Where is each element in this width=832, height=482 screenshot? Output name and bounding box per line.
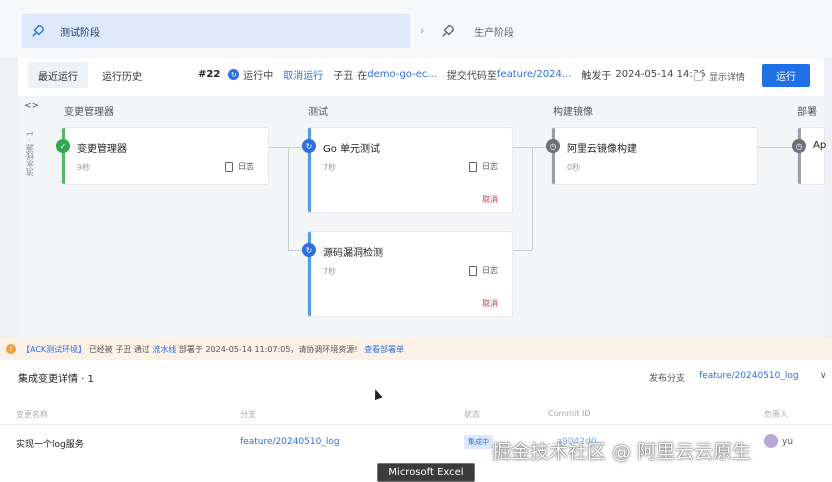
document-icon bbox=[469, 265, 477, 276]
log-link[interactable]: 日志 bbox=[225, 161, 254, 172]
success-icon: ✓ bbox=[56, 139, 70, 153]
integration-title: 集成变更详情 · 1 bbox=[18, 374, 94, 385]
connector bbox=[512, 250, 532, 251]
log-link[interactable]: 日志 bbox=[469, 161, 498, 172]
status-badge: 集成中 bbox=[464, 435, 493, 449]
chevron-down-icon[interactable]: ∨ bbox=[820, 371, 827, 381]
rocket-icon bbox=[30, 23, 46, 39]
cancel-job-link[interactable]: 取消 bbox=[482, 194, 498, 205]
job-go-unit-test[interactable]: ↻ Go 单元测试 7秒 日志 取消 bbox=[302, 128, 512, 212]
show-detail-label: 显示详情 bbox=[709, 73, 746, 83]
run-user: 子丑 bbox=[333, 71, 354, 82]
trigger-time: 2024-05-14 14:36 bbox=[615, 69, 706, 80]
trigger-label: 触发于 bbox=[581, 71, 612, 82]
column-build-image: 构建镜像 bbox=[553, 107, 593, 118]
repo-link[interactable]: demo-go-ec... bbox=[367, 69, 437, 80]
job-duration: 7秒 bbox=[323, 267, 337, 276]
column-change-manager: 变更管理器 bbox=[64, 107, 114, 118]
view-deploy-link[interactable]: 查看部署单 bbox=[364, 345, 404, 354]
document-icon bbox=[225, 161, 233, 172]
running-icon: ↻ bbox=[228, 69, 240, 80]
code-toggle-icon[interactable]: <> bbox=[24, 101, 39, 111]
column-header: 负责人 bbox=[764, 410, 788, 419]
pipeline-link[interactable]: 流水线 bbox=[152, 345, 176, 354]
clock-icon: ◷ bbox=[546, 139, 560, 153]
column-test: 测试 bbox=[308, 107, 328, 118]
stage-production-label: 生产阶段 bbox=[474, 27, 514, 39]
cancel-job-link[interactable]: 取消 bbox=[482, 298, 498, 309]
job-title: Go 单元测试 bbox=[323, 144, 381, 155]
stage-test[interactable]: 测试阶段 bbox=[22, 14, 410, 48]
cancel-run-link[interactable]: 取消运行 bbox=[283, 67, 323, 82]
release-branch: 发布分支 feature/20240510_log bbox=[649, 371, 799, 384]
job-change-manager[interactable]: ✓ 变更管理器 9秒 日志 bbox=[56, 128, 268, 184]
job-source-scan[interactable]: ↻ 源码漏洞检测 7秒 日志 取消 bbox=[302, 232, 512, 316]
log-link[interactable]: 日志 bbox=[469, 265, 498, 276]
owner-name: yu bbox=[782, 437, 794, 447]
run-tabs: 最近运行 运行历史 #22 ↻ 运行中 取消运行 子丑 在 demo-go-ec… bbox=[18, 62, 824, 90]
branch-link[interactable]: feature/2024... bbox=[497, 69, 571, 80]
release-branch-link[interactable]: feature/20240510_log bbox=[699, 371, 799, 384]
run-button[interactable]: 运行 bbox=[762, 64, 810, 87]
connector bbox=[532, 147, 533, 250]
column-header: 分支 bbox=[240, 410, 256, 419]
run-number: #22 bbox=[198, 69, 221, 80]
stage-production[interactable]: 生产阶段 bbox=[440, 18, 514, 44]
column-header: 变更名称 bbox=[16, 410, 48, 419]
document-icon bbox=[469, 161, 477, 172]
job-title: Ap bbox=[813, 140, 827, 151]
show-detail-checkbox[interactable]: 显示详情 bbox=[694, 70, 745, 83]
stage-test-label: 测试阶段 bbox=[60, 27, 100, 39]
env-link[interactable]: 【ACK测试环境】 bbox=[22, 345, 86, 354]
job-title: 变更管理器 bbox=[77, 144, 127, 155]
pipeline-source-label: 流水线源 · 1 bbox=[25, 131, 35, 177]
change-name[interactable]: 实现一个log服务 bbox=[16, 437, 84, 450]
column-header: 状态 bbox=[464, 410, 480, 419]
rocket-icon bbox=[440, 23, 456, 39]
job-title: 源码漏洞检测 bbox=[323, 248, 383, 259]
change-branch-link[interactable]: feature/20240510_log bbox=[240, 437, 340, 447]
running-icon: ↻ bbox=[302, 139, 316, 153]
job-duration: 0秒 bbox=[567, 163, 581, 172]
avatar bbox=[764, 434, 778, 448]
tab-run-history[interactable]: 运行历史 bbox=[92, 62, 152, 88]
connector bbox=[288, 147, 289, 250]
clock-icon: ◷ bbox=[792, 139, 806, 153]
job-aliyun-image-build[interactable]: ◷ 阿里云镜像构建 0秒 bbox=[546, 128, 757, 184]
job-deploy[interactable]: ◷ Ap bbox=[792, 128, 827, 184]
chevron-right-icon: › bbox=[420, 24, 425, 37]
commit-label: 提交代码至 bbox=[446, 71, 497, 82]
checkbox-box[interactable] bbox=[694, 72, 703, 81]
warning-icon: ! bbox=[6, 344, 16, 354]
job-title: 阿里云镜像构建 bbox=[567, 144, 637, 155]
run-info: #22 ↻ 运行中 取消运行 子丑 在 demo-go-ec... 提交代码至 … bbox=[198, 67, 706, 82]
run-at-label: 在 bbox=[357, 71, 368, 82]
run-status: 运行中 bbox=[243, 71, 274, 82]
watermark: 掘金技术社区 @ 阿里云云原生 bbox=[492, 441, 752, 463]
environment-warning: ! 【ACK测试环境】 已经被 子丑 通过 流水线 部署于 2024-05-14… bbox=[0, 338, 832, 360]
job-duration: 7秒 bbox=[323, 163, 337, 172]
divider bbox=[0, 424, 832, 425]
column-header: Commit ID bbox=[548, 409, 591, 418]
column-deploy: 部署 bbox=[797, 107, 817, 118]
job-duration: 9秒 bbox=[77, 163, 91, 172]
release-label: 发布分支 bbox=[649, 374, 686, 384]
taskbar-tooltip: Microsoft Excel bbox=[377, 463, 475, 482]
running-icon: ↻ bbox=[302, 243, 316, 257]
tab-recent-run[interactable]: 最近运行 bbox=[28, 62, 88, 88]
